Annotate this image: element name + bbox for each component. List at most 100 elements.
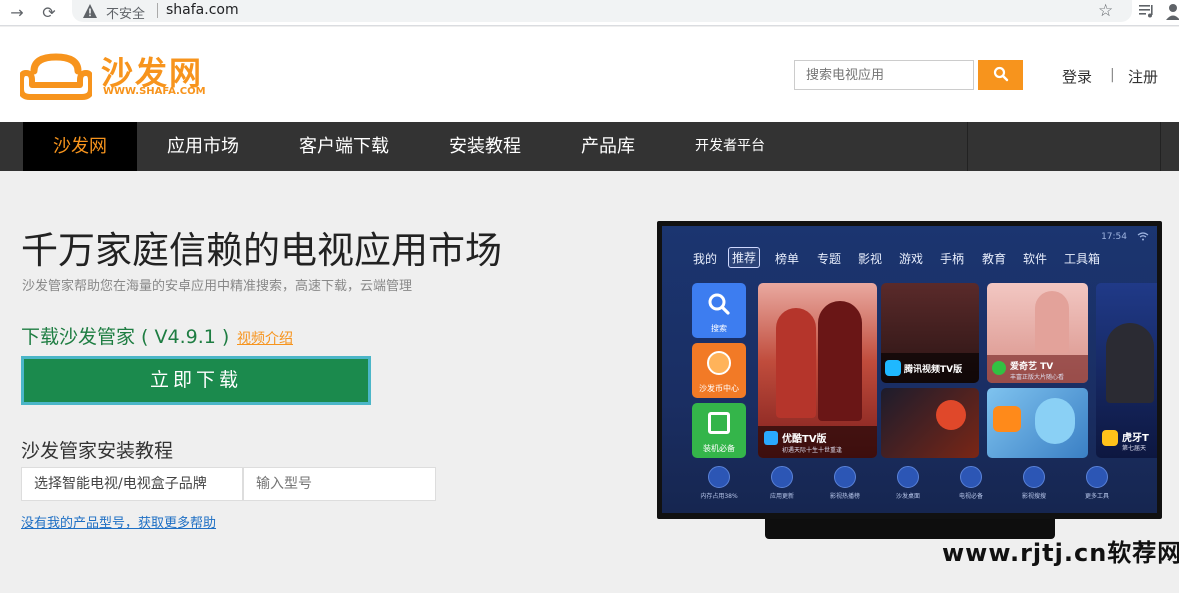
nav-item-developer-platform[interactable]: 开发者平台: [665, 122, 795, 171]
tencent-video-icon: [885, 360, 901, 376]
logo-domain: WWW.SHAFA.COM: [103, 86, 206, 97]
tv-icon: [960, 466, 982, 488]
tv-tile-featured-youku: 优酷TV版 初遇天际十生十世重逢: [758, 283, 877, 458]
dock-label: 更多工具: [1084, 493, 1109, 500]
tv-tab: 手柄: [940, 252, 965, 266]
tile-subtitle: 初遇天际十生十世重逢: [782, 447, 843, 454]
profile-icon[interactable]: [1165, 2, 1179, 20]
figure-shape: [776, 308, 816, 418]
nav-divider: [967, 122, 968, 171]
huya-icon: [1102, 430, 1118, 446]
mango-tv-icon: [993, 406, 1021, 432]
update-icon: [771, 466, 793, 488]
tv-dock-item: 影视热播榜: [822, 466, 868, 500]
tutorial-title: 沙发管家安装教程: [21, 440, 174, 462]
tv-tab: 工具箱: [1064, 252, 1101, 266]
tile-subtitle: 第七届天: [1122, 445, 1147, 452]
watermark: www.rjtj.cn软荐网: [942, 539, 1179, 567]
tv-tile-mango: [987, 388, 1088, 458]
forward-arrow-icon[interactable]: →: [6, 2, 28, 24]
tile-title: 爱奇艺 TV: [1010, 362, 1054, 372]
tile-title: 优酷TV版: [782, 434, 827, 445]
rocket-icon: [708, 466, 730, 488]
youku-icon: [764, 431, 778, 445]
tv-tab: 我的: [693, 252, 718, 266]
bookmark-star-icon[interactable]: ☆: [1098, 1, 1113, 21]
nav-item-product-library[interactable]: 产品库: [551, 122, 665, 171]
brand-select[interactable]: 选择智能电视/电视盒子品牌: [21, 467, 243, 501]
dock-label: 影视热播榜: [829, 493, 860, 500]
url-text[interactable]: shafa.com: [166, 2, 239, 18]
tv-tile-essentials: 装机必备: [692, 403, 746, 458]
help-link[interactable]: 没有我的产品型号，获取更多帮助: [21, 512, 216, 531]
film-icon: [834, 466, 856, 488]
tv-dock-item: 电视必备: [948, 466, 994, 500]
nav-divider: [1160, 122, 1161, 171]
dock-label: 影视搜搜: [1021, 493, 1046, 500]
figure-shape: [1035, 291, 1069, 353]
search-button[interactable]: [978, 60, 1023, 90]
link-separator: |: [1110, 67, 1115, 83]
tv-tab: 教育: [982, 252, 1007, 266]
tv-dock-item: 应用更新: [759, 466, 805, 500]
figure-shape: [1035, 398, 1075, 444]
tile-label: 装机必备: [703, 444, 735, 453]
tv-tile-tencent: 腾讯视频TV版: [881, 283, 979, 383]
search-icon: [993, 66, 1008, 81]
reading-list-icon[interactable]: [1138, 2, 1156, 20]
wifi-icon: [1137, 232, 1149, 241]
hero-title: 千万家庭信赖的电视应用市场: [21, 229, 502, 272]
dock-label: 电视必备: [958, 493, 983, 500]
tile-label: 沙发币中心: [699, 384, 739, 393]
nav-item-home[interactable]: 沙发网: [23, 122, 137, 171]
figure-shape: [818, 301, 862, 421]
address-bar[interactable]: 不安全 shafa.com: [72, 0, 1132, 22]
search-icon: [1023, 466, 1045, 488]
download-title: 下载沙发管家 ( V4.9.1 ): [21, 326, 230, 348]
figure-shape: [1106, 323, 1154, 403]
nav-item-client-download[interactable]: 客户端下载: [269, 122, 419, 171]
nav-item-install-tutorial[interactable]: 安装教程: [419, 122, 551, 171]
sofa-logo-icon[interactable]: [20, 51, 92, 101]
tv-tab-active: 推荐: [728, 247, 761, 268]
register-link[interactable]: 注册: [1128, 66, 1158, 87]
download-now-button[interactable]: 立即下载: [21, 356, 371, 405]
tv-clock: 17:54: [1101, 232, 1127, 242]
hero-subtitle: 沙发管家帮助您在海量的安卓应用中精准搜索，高速下载，云端管理: [22, 279, 413, 294]
tv-dock-item: 内存占用38%: [696, 466, 742, 500]
tv-tab: 专题: [817, 252, 842, 266]
tile-subtitle: 丰富正版大片随心看: [1010, 374, 1065, 381]
tv-tab: 软件: [1023, 252, 1048, 266]
tv-tile-coin-center: 沙发币中心: [692, 343, 746, 398]
dock-label: 应用更新: [769, 493, 794, 500]
login-link[interactable]: 登录: [1062, 66, 1092, 87]
search-icon: [708, 293, 730, 315]
tv-tile-movie: [881, 388, 979, 458]
warning-icon: [83, 4, 97, 18]
box-icon: [708, 412, 730, 434]
security-label: 不安全: [106, 7, 146, 22]
dock-label: 内存占用38%: [700, 493, 738, 500]
main-nav: 沙发网 应用市场 客户端下载 安装教程 产品库 开发者平台: [0, 122, 1179, 171]
tile-label: 搜索: [711, 324, 727, 333]
search-input[interactable]: [794, 60, 974, 90]
tv-tile-iqiyi: 爱奇艺 TV 丰富正版大片随心看: [987, 283, 1088, 383]
url-separator: [157, 3, 158, 18]
model-input[interactable]: [243, 467, 436, 501]
more-icon: [1086, 466, 1108, 488]
tv-tab: 游戏: [899, 252, 924, 266]
browser-toolbar: → ⟳ 不安全 shafa.com ☆: [0, 0, 1179, 26]
nav-item-app-market[interactable]: 应用市场: [137, 122, 269, 171]
tv-dock-item: 沙发桌面: [885, 466, 931, 500]
figure-shape: [936, 400, 966, 430]
tv-dock-item: 更多工具: [1074, 466, 1120, 500]
site-header: 沙发网 WWW.SHAFA.COM 登录 | 注册: [0, 27, 1179, 122]
tv-tab: 影视: [858, 252, 883, 266]
planet-icon: [897, 466, 919, 488]
tv-screen: 17:54 我的 推荐 榜单 专题 影视 游戏 手柄 教育 软件 工具箱 搜索 …: [662, 226, 1157, 513]
reload-icon[interactable]: ⟳: [38, 2, 60, 24]
iqiyi-icon: [992, 361, 1006, 375]
video-intro-link[interactable]: 视频介绍: [237, 328, 293, 348]
tile-title: 腾讯视频TV版: [904, 365, 963, 375]
dock-label: 沙发桌面: [895, 493, 920, 500]
